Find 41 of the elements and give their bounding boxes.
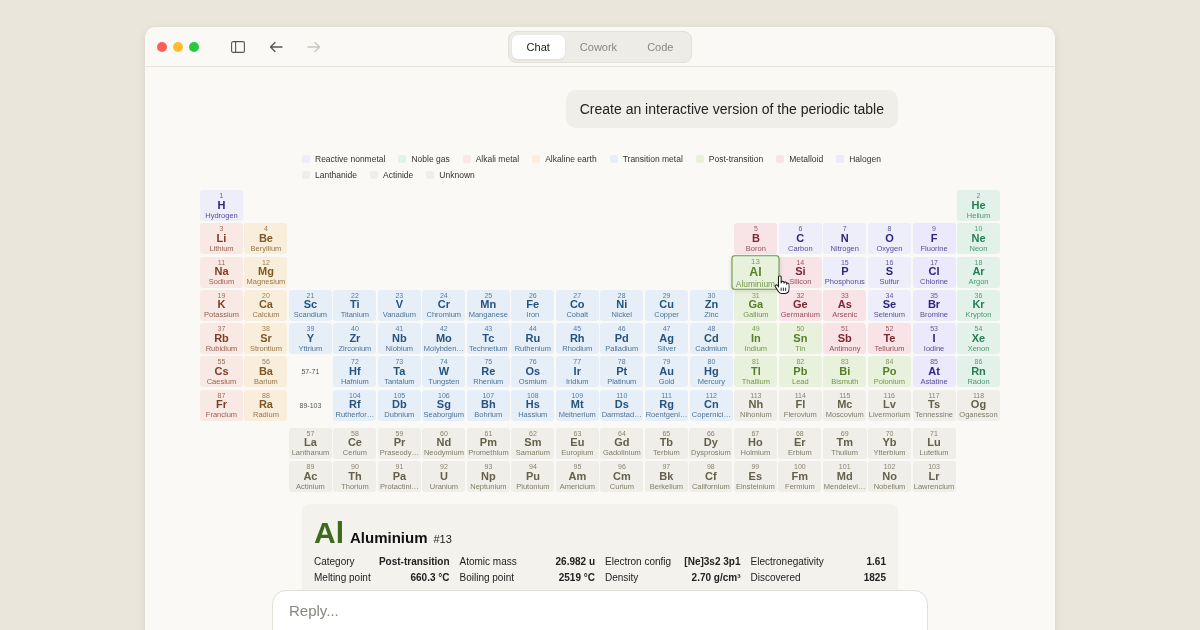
property-label: Electron config	[605, 556, 672, 568]
property-value: 1825	[863, 572, 886, 584]
left-arrow-icon	[269, 40, 283, 53]
property-value: 1.61	[866, 556, 886, 568]
property-label: Melting point	[314, 572, 371, 584]
close-icon[interactable]	[157, 41, 167, 52]
sidebar-icon	[231, 40, 245, 53]
legend-label: Actinide	[383, 170, 414, 180]
property-value: 26.982 u	[555, 556, 595, 568]
atomic-number: #13	[433, 533, 452, 546]
legend-label: Alkali metal	[475, 154, 520, 164]
element-name: Aluminium	[350, 529, 428, 547]
property-label: Density	[605, 572, 639, 584]
legend-label: Metalloid	[789, 154, 824, 164]
property-label: Boiling point	[459, 572, 514, 584]
legend-label: Transition metal	[622, 154, 683, 164]
property-label: Electronegativity	[750, 556, 824, 568]
property-value: Post-transition	[378, 556, 450, 568]
property-value: [Ne]3s2 3p1	[684, 556, 741, 568]
legend-label: Alkaline earth	[545, 154, 597, 164]
maximize-icon[interactable]	[189, 41, 199, 52]
legend-label: Noble gas	[411, 154, 450, 164]
element-symbol: Al	[314, 516, 344, 551]
sidebar-toggle-button[interactable]	[229, 38, 247, 55]
legend-label: Reactive nonmetal	[315, 154, 386, 164]
hand-pointer-icon	[774, 274, 790, 294]
legend-label: Post-transition	[708, 154, 764, 164]
property-value: 2519 °C	[558, 572, 595, 584]
mode-tab[interactable]: Chat	[511, 34, 565, 59]
property-value: 2.70 g/cm³	[691, 572, 741, 584]
minimize-icon[interactable]	[173, 41, 183, 52]
legend-label: Halogen	[849, 154, 881, 164]
reply-field[interactable]: Reply...	[272, 590, 928, 630]
legend-label: Lanthanide	[315, 170, 358, 180]
property-label: Discovered	[750, 572, 801, 584]
user-message: Create an interactive version of the periodic table	[565, 90, 898, 128]
legend-label: Unknown	[439, 170, 475, 180]
property-label: Category	[314, 556, 355, 568]
property-label: Atomic mass	[459, 556, 517, 568]
property-value: 660.3 °C	[410, 572, 450, 584]
right-arrow-icon	[307, 40, 321, 53]
